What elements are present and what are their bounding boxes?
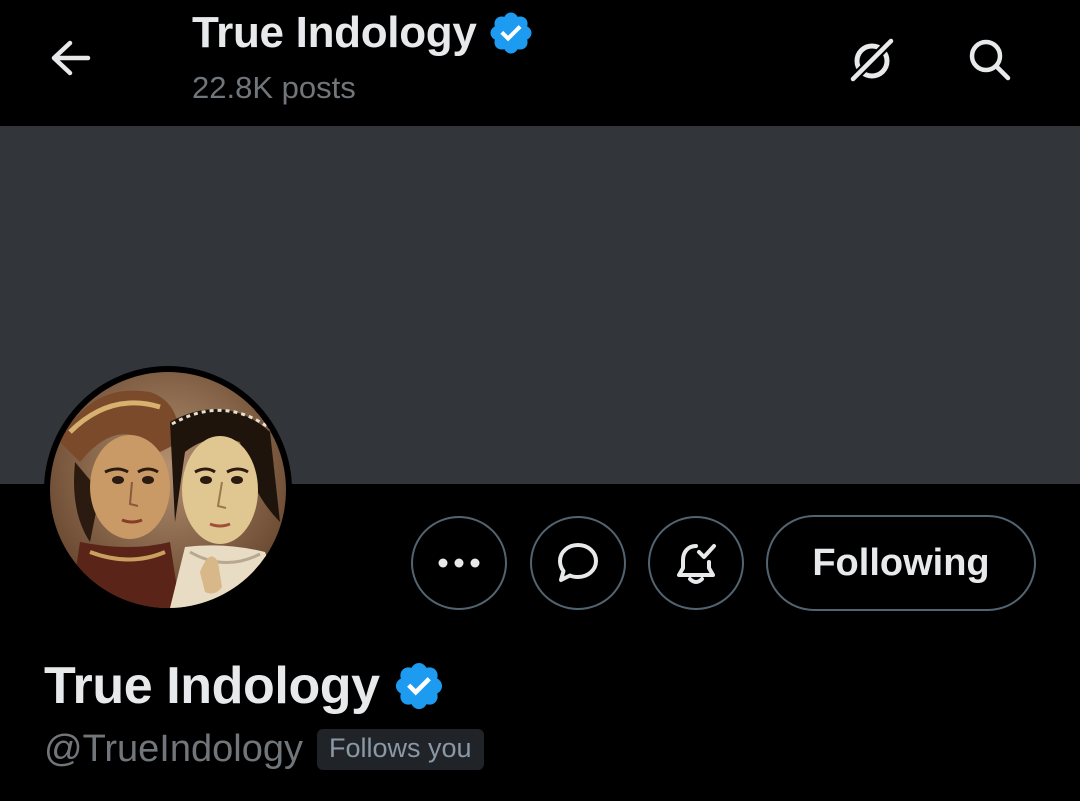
message-button[interactable] xyxy=(530,516,626,610)
profile-handle: @TrueIndology xyxy=(44,728,303,770)
notifications-button[interactable] xyxy=(648,516,744,610)
follows-you-badge: Follows you xyxy=(316,729,484,770)
following-button[interactable]: Following xyxy=(766,515,1036,611)
header-name: True Indology xyxy=(192,8,477,57)
more-button[interactable] xyxy=(411,516,507,610)
search-button[interactable] xyxy=(958,30,1022,90)
top-bar: True Indology 22.8K posts xyxy=(0,0,1080,126)
header-title: True Indology xyxy=(192,8,535,58)
profile-name-row: True Indology xyxy=(44,656,446,716)
grok-button[interactable] xyxy=(840,30,904,90)
back-button[interactable] xyxy=(40,30,100,86)
more-horizontal-icon xyxy=(438,558,480,568)
profile-page: True Indology 22.8K posts Following True… xyxy=(0,0,1080,801)
message-icon xyxy=(558,543,598,582)
verified-badge-icon xyxy=(490,12,532,54)
handle-row: @TrueIndology Follows you xyxy=(44,728,484,771)
profile-name: True Indology xyxy=(44,657,380,715)
bell-check-icon xyxy=(677,544,716,584)
avatar[interactable] xyxy=(44,366,292,614)
arrow-left-icon xyxy=(51,40,91,76)
search-icon xyxy=(969,39,1011,81)
verified-badge-icon[interactable] xyxy=(392,659,446,713)
avatar-image xyxy=(50,372,286,608)
header-posts-count: 22.8K posts xyxy=(192,70,356,105)
grok-icon xyxy=(847,35,897,85)
